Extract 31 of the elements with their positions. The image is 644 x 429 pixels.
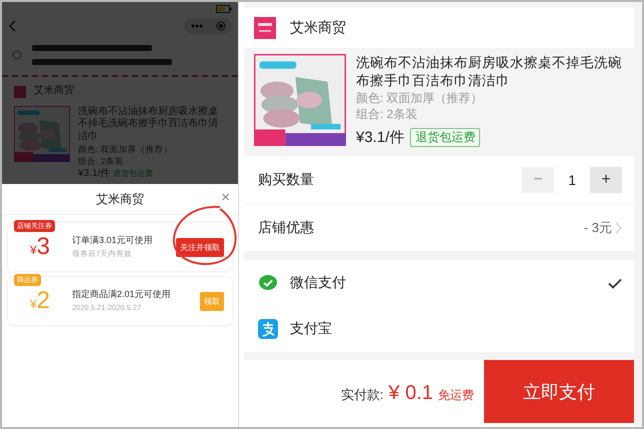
discount-value[interactable]: - 3元 (584, 218, 612, 236)
coupon-condition: 订单满3.01元可使用 (72, 235, 154, 246)
increase-button[interactable]: + (590, 166, 622, 192)
product-price: ¥3.1/件 退货包运费 (78, 168, 154, 180)
sheet-title: 艾米商贸 (96, 190, 144, 208)
close-button[interactable]: × (219, 190, 232, 205)
product-title: 洗碗布不沾油抹布厨房吸水擦桌不掉毛洗碗布擦手巾百洁布巾清洁巾 (78, 106, 219, 144)
total-label: 实付款: (340, 386, 384, 404)
coupon-amount: ¥3 (28, 233, 52, 261)
shop-logo (254, 17, 276, 39)
shop-name: 艾米商贸 (290, 19, 346, 37)
claim-button[interactable]: 关注并领取 (176, 238, 224, 256)
payment-option[interactable]: 支付宝 (244, 306, 634, 352)
coupon-condition: 指定商品满2.01元可使用 (72, 289, 172, 300)
product-price: ¥3.1/件 (356, 128, 404, 147)
chevron-right-icon[interactable] (615, 222, 622, 234)
quantity-value: 1 (568, 172, 576, 188)
alipay-icon (258, 319, 278, 339)
total-amount: ¥ 0.1 (388, 382, 433, 405)
quantity-label: 购买数量 (258, 170, 314, 188)
payment-option[interactable]: 微信支付 (244, 260, 634, 306)
return-shipping-tag: 退货包运费 (410, 128, 480, 147)
product-title: 洗碗布不沾油抹布厨房吸水擦桌不掉毛洗碗布擦手巾百洁布巾清洁巾 (356, 54, 623, 90)
product-option: 颜色: 双面加厚（推荐） (356, 90, 624, 106)
coupon-amount: ¥2 (28, 287, 52, 315)
product-option: 组合: 2条装 (356, 106, 624, 122)
chat-bubble-icon (258, 273, 278, 293)
free-shipping-note: 免运费 (438, 387, 474, 404)
shop-name: 艾米商贸 (34, 85, 74, 98)
pay-now-button[interactable]: 立即支付 (484, 360, 634, 423)
discount-label: 店铺优惠 (258, 218, 314, 236)
